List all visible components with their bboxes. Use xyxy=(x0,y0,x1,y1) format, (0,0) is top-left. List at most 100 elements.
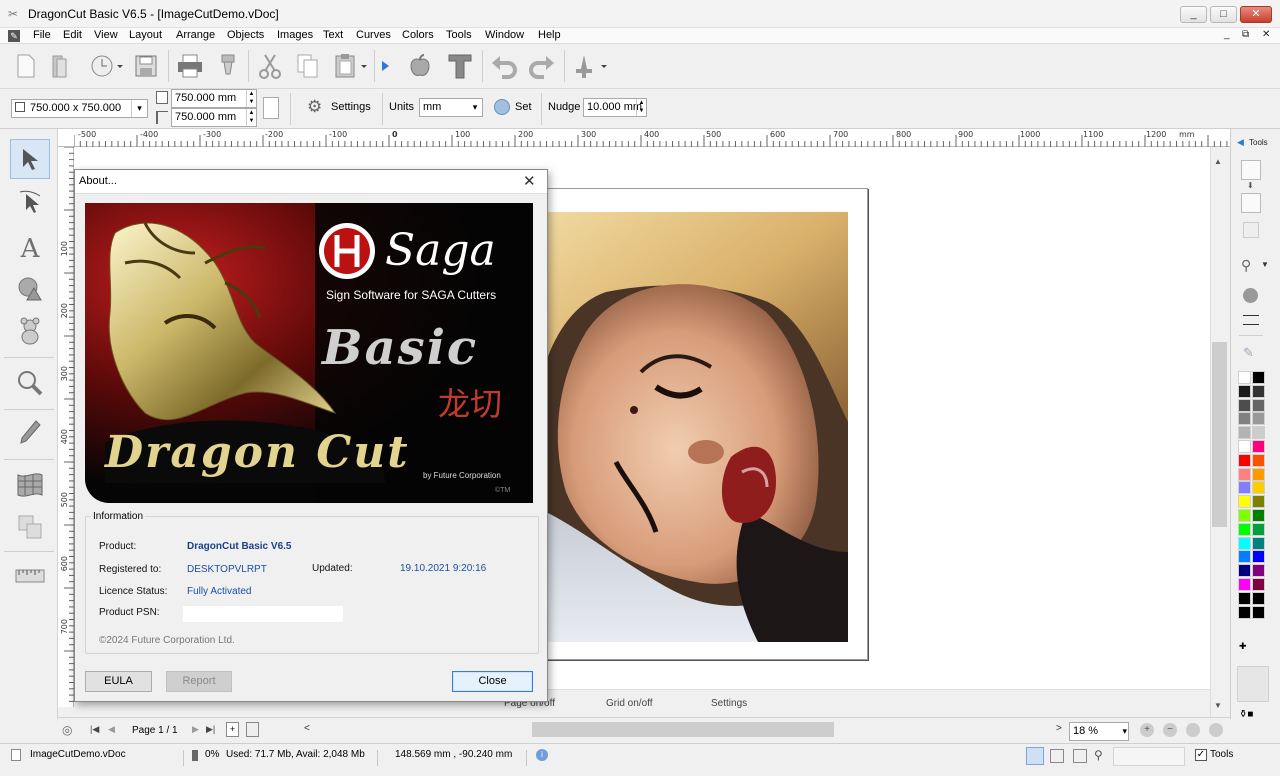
shapes-tool-icon[interactable] xyxy=(10,269,50,309)
report-button[interactable]: Report xyxy=(166,671,232,692)
color-swatch[interactable] xyxy=(1238,536,1251,550)
color-swatch[interactable] xyxy=(1252,412,1265,426)
color-swatch[interactable] xyxy=(1238,371,1251,384)
weld-tool-icon[interactable] xyxy=(10,507,50,547)
print-icon[interactable] xyxy=(174,49,206,83)
page-width-input[interactable]: 750.000 mm ▲ ▼ xyxy=(171,89,257,108)
new-file-icon[interactable] xyxy=(10,49,42,83)
color-swatch[interactable] xyxy=(1252,371,1265,384)
horizontal-ruler[interactable]: -500 -400 -300 -200 -100 0 100 200 300 4… xyxy=(58,129,1230,147)
expand-arrow-icon[interactable] xyxy=(376,49,394,83)
text-tool-icon[interactable] xyxy=(444,49,476,83)
color-swatch[interactable] xyxy=(1238,453,1251,467)
menu-edit[interactable]: Edit xyxy=(63,28,82,44)
canvas-settings-link[interactable]: Settings xyxy=(711,698,747,709)
select-tool-icon[interactable] xyxy=(10,139,50,179)
circle-icon[interactable] xyxy=(1243,288,1258,303)
chevron-down-icon[interactable]: ▾ xyxy=(131,100,147,117)
clipart-tool-icon[interactable] xyxy=(10,311,50,351)
fill-outline-icon[interactable]: ⚱■ xyxy=(1239,709,1253,720)
scroll-right-icon[interactable]: > xyxy=(1056,723,1062,734)
color-swatch[interactable] xyxy=(1252,564,1265,578)
snap-nodes-icon[interactable]: ⚲ xyxy=(1094,748,1103,762)
save-icon[interactable] xyxy=(130,49,162,83)
close-button[interactable]: Close xyxy=(452,671,533,692)
measure-tool-icon[interactable] xyxy=(10,555,50,595)
open-file-icon[interactable] xyxy=(44,49,76,83)
doc-restore-button[interactable]: ⧉ xyxy=(1242,29,1249,40)
next-page-icon[interactable]: ▶ xyxy=(192,724,199,735)
prev-page-icon[interactable]: ◀ xyxy=(108,724,115,735)
color-swatch[interactable] xyxy=(1238,495,1251,509)
tools-checkbox-label[interactable]: Tools xyxy=(1210,744,1233,776)
menu-curves[interactable]: Curves xyxy=(356,28,391,44)
psn-field[interactable] xyxy=(183,606,343,622)
color-swatch[interactable] xyxy=(1238,398,1251,412)
eyedropper-icon[interactable]: ⚲ xyxy=(1241,257,1251,274)
grid-onoff-toggle[interactable]: Grid on/off xyxy=(606,698,653,709)
copy-icon[interactable] xyxy=(292,49,324,83)
color-swatch[interactable] xyxy=(1238,412,1251,426)
color-swatch[interactable] xyxy=(1252,509,1265,522)
color-swatch[interactable] xyxy=(1252,522,1265,536)
menu-objects[interactable]: Objects xyxy=(227,28,264,44)
color-swatch[interactable] xyxy=(1238,564,1251,578)
menu-arrange[interactable]: Arrange xyxy=(176,28,215,44)
transparency-icon[interactable] xyxy=(1243,222,1259,238)
vertical-ruler[interactable]: 100 200 300 400 500 600 700 xyxy=(58,147,74,707)
page-orientation-icon[interactable] xyxy=(263,97,279,119)
arrow-down-icon[interactable]: ⬇ xyxy=(1247,181,1254,190)
color-swatch[interactable] xyxy=(1238,591,1251,605)
zoom-out-icon[interactable]: − xyxy=(1163,723,1177,737)
horizontal-scrollbar[interactable]: < > xyxy=(298,721,1070,739)
spin-buttons[interactable]: ▲ ▼ xyxy=(246,90,256,107)
tools-checkbox[interactable]: ✓ xyxy=(1195,749,1207,761)
snap-objects-icon[interactable] xyxy=(1050,749,1064,763)
fill-tool-icon[interactable] xyxy=(1241,160,1261,180)
color-swatch[interactable] xyxy=(1238,550,1251,564)
color-swatch[interactable] xyxy=(1252,591,1265,605)
text-tool-icon[interactable]: A xyxy=(10,229,50,269)
doc-icon[interactable]: ✎ xyxy=(8,30,20,42)
units-select[interactable]: mm ▾ xyxy=(419,98,483,117)
color-swatch[interactable] xyxy=(1252,481,1265,495)
snap-guides-icon[interactable] xyxy=(1073,749,1087,763)
menu-images[interactable]: Images xyxy=(277,28,313,44)
envelope-tool-icon[interactable] xyxy=(10,465,50,505)
add-page-icon[interactable]: + xyxy=(226,722,239,737)
color-swatch[interactable] xyxy=(1252,536,1265,550)
palette-options-icon[interactable]: ✚ xyxy=(1239,641,1247,652)
portrait-image[interactable] xyxy=(546,212,848,642)
color-swatch[interactable] xyxy=(1252,384,1265,398)
tools-tab-label[interactable]: Tools xyxy=(1249,138,1268,147)
redo-icon[interactable] xyxy=(526,49,558,83)
color-swatch[interactable] xyxy=(1252,550,1265,564)
scroll-left-icon[interactable]: < xyxy=(304,723,310,734)
color-swatch[interactable] xyxy=(1252,467,1265,481)
zoom-in-icon[interactable]: + xyxy=(1140,723,1154,737)
menu-view[interactable]: View xyxy=(94,28,118,44)
menu-tools[interactable]: Tools xyxy=(446,28,472,44)
color-swatch[interactable] xyxy=(1238,481,1251,495)
last-page-icon[interactable]: ▶| xyxy=(206,724,215,735)
menu-window[interactable]: Window xyxy=(485,28,524,44)
eula-button[interactable]: EULA xyxy=(85,671,152,692)
scroll-thumb[interactable] xyxy=(532,722,834,737)
first-page-icon[interactable]: |◀ xyxy=(90,724,99,735)
brush-icon[interactable]: ✎ xyxy=(1243,345,1254,361)
color-swatch[interactable] xyxy=(1252,495,1265,509)
color-swatch[interactable] xyxy=(1252,453,1265,467)
menu-file[interactable]: File xyxy=(33,28,51,44)
nudge-input[interactable]: 10.000 mm ▲ ▼ xyxy=(583,98,647,117)
doc-close-button[interactable]: ✕ xyxy=(1262,29,1270,40)
vertical-scrollbar[interactable]: ▲ ▼ xyxy=(1210,147,1228,717)
delete-page-icon[interactable] xyxy=(246,722,259,737)
color-swatch[interactable] xyxy=(1252,605,1265,619)
settings-gear-icon[interactable]: ⚙ xyxy=(307,98,325,116)
color-swatch[interactable] xyxy=(1252,578,1265,591)
page-size-select[interactable]: 750.000 x 750.000 ▾ xyxy=(11,99,148,118)
color-swatch[interactable] xyxy=(1238,578,1251,591)
color-swatch[interactable] xyxy=(1238,426,1251,440)
spin-buttons[interactable]: ▲ ▼ xyxy=(246,109,256,126)
scroll-down-icon[interactable]: ▼ xyxy=(1214,701,1222,710)
